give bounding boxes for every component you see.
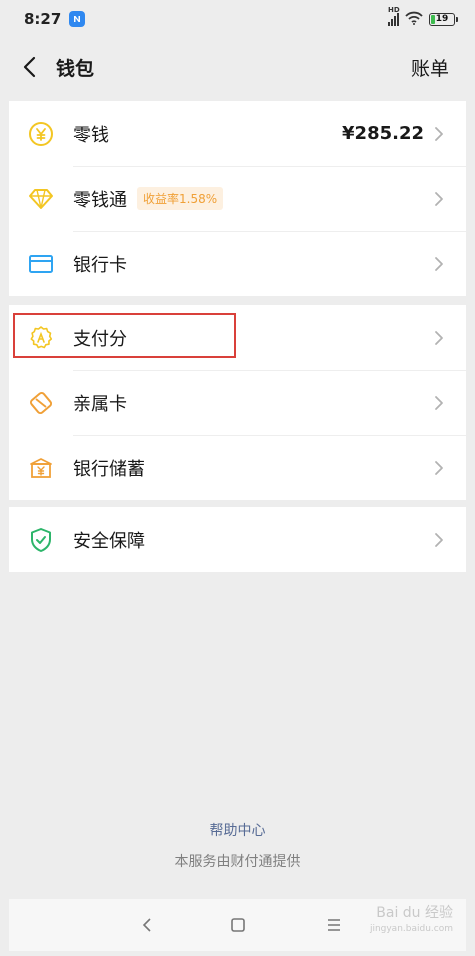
chevron-right-icon bbox=[434, 329, 446, 347]
provider-note: 本服务由财付通提供 bbox=[174, 854, 301, 870]
list-item-security[interactable]: 安全保障 bbox=[9, 507, 466, 572]
chevron-right-icon bbox=[434, 531, 446, 549]
diamond-icon bbox=[27, 185, 55, 213]
security-shield-icon bbox=[27, 526, 55, 554]
network-type-label: HD bbox=[388, 6, 400, 14]
list-item-family-card[interactable]: 亲属卡 bbox=[9, 370, 466, 435]
nav-back-button[interactable] bbox=[137, 915, 157, 935]
list-item-label: 支付分 bbox=[73, 328, 127, 350]
wallet-section-security: 安全保障 bbox=[9, 507, 466, 572]
yuan-coin-icon bbox=[27, 120, 55, 148]
list-item-lingqiantong[interactable]: 零钱通 收益率1.58% bbox=[9, 166, 466, 231]
menu-lines-icon bbox=[328, 919, 340, 931]
yield-rate-badge: 收益率1.58% bbox=[137, 187, 224, 210]
list-item-label: 安全保障 bbox=[73, 530, 145, 552]
chevron-right-icon bbox=[434, 125, 446, 143]
list-item-label: 银行卡 bbox=[73, 254, 127, 276]
square-home-icon bbox=[231, 918, 245, 932]
battery-icon: 19 bbox=[429, 12, 458, 26]
list-item-label: 亲属卡 bbox=[73, 393, 127, 415]
wallet-section-services: 支付分 亲属卡 银行储蓄 bbox=[9, 305, 466, 500]
list-item-pay-score[interactable]: 支付分 bbox=[9, 305, 466, 370]
help-center-link[interactable]: 帮助中心 bbox=[0, 820, 475, 840]
list-item-label: 银行储蓄 bbox=[73, 458, 145, 480]
back-button[interactable] bbox=[22, 55, 46, 79]
status-indicators: HD 19 bbox=[388, 6, 458, 29]
watermark: Bai du 经验 jingyan.baidu.com bbox=[370, 905, 453, 937]
wifi-icon bbox=[405, 10, 423, 29]
list-item-bank-deposit[interactable]: 银行储蓄 bbox=[9, 435, 466, 500]
watermark-sub: jingyan.baidu.com bbox=[369, 924, 453, 934]
chevron-right-icon bbox=[434, 459, 446, 477]
page-title: 钱包 bbox=[56, 57, 95, 80]
bank-deposit-icon bbox=[27, 454, 55, 482]
list-item-change[interactable]: 零钱 ¥285.22 bbox=[9, 101, 466, 166]
list-item-label: 零钱 bbox=[73, 124, 109, 146]
app-notification-icon bbox=[69, 11, 86, 27]
pay-score-icon bbox=[27, 324, 55, 352]
signal-icon: HD bbox=[388, 6, 400, 26]
family-card-icon bbox=[27, 389, 55, 417]
battery-level: 19 bbox=[435, 13, 449, 24]
list-item-bank-card[interactable]: 银行卡 bbox=[9, 231, 466, 296]
watermark-text: Bai du 经验 bbox=[376, 905, 453, 921]
navigation-header: 钱包 账单 bbox=[0, 38, 475, 96]
chevron-right-icon bbox=[434, 394, 446, 412]
balance-value: ¥285.22 bbox=[342, 123, 424, 144]
bank-card-icon bbox=[27, 250, 55, 278]
list-item-label: 零钱通 bbox=[73, 189, 127, 211]
chevron-right-icon bbox=[434, 190, 446, 208]
status-time: 8:27 bbox=[24, 10, 62, 28]
status-bar: 8:27 HD 19 bbox=[0, 0, 475, 38]
wallet-section-balance: 零钱 ¥285.22 零钱通 收益率1.58% 银行卡 bbox=[9, 101, 466, 296]
triangle-back-icon bbox=[142, 918, 151, 932]
bill-button[interactable]: 账单 bbox=[411, 54, 449, 81]
nav-home-button[interactable] bbox=[228, 915, 248, 935]
chevron-left-icon bbox=[23, 56, 36, 78]
nav-menu-button[interactable] bbox=[324, 915, 344, 935]
chevron-right-icon bbox=[434, 255, 446, 273]
